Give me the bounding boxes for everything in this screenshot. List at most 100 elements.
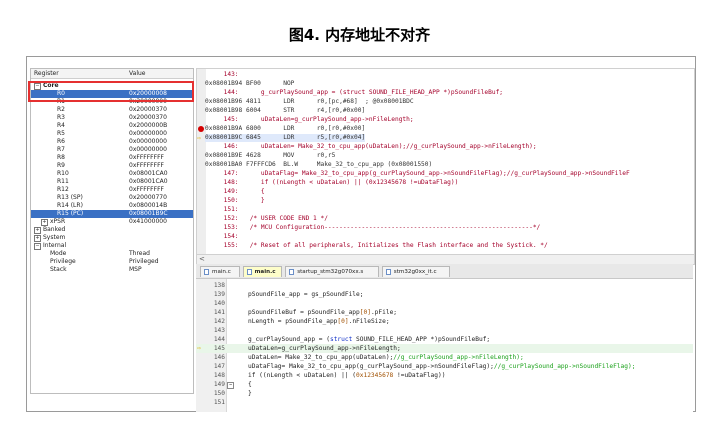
register-column-header[interactable]: Register: [34, 70, 59, 77]
register-row[interactable]: + System: [31, 234, 193, 242]
register-row[interactable]: R1 0x20000000: [31, 98, 193, 106]
register-value: Thread: [129, 250, 150, 257]
register-row[interactable]: Mode Thread: [31, 250, 193, 258]
code-text[interactable]: uDataFlag= Make_32_to_cpu_app(g_curPlayS…: [248, 362, 635, 371]
collapse-icon[interactable]: −: [34, 243, 41, 250]
figure-caption: 图4. 内存地址不对齐: [288, 26, 431, 44]
code-line[interactable]: 142 nLength = pSoundFile_app[0].nFileSize…: [196, 317, 693, 326]
code-line[interactable]: 144 g_curPlaySound_app = (struct SOUND_FI…: [196, 335, 693, 344]
disassembly-line[interactable]: 0x08001B98 6004 STR r4,[r0,#0x00]: [205, 107, 365, 115]
register-value: 0x00000000: [129, 138, 167, 145]
registers-panel: Register Value − Core R0 0x20000008 R1 0x2000…: [30, 68, 194, 394]
file-tab[interactable]: main.c: [242, 266, 283, 277]
line-number: 148: [213, 372, 225, 379]
expand-icon[interactable]: +: [34, 235, 41, 242]
breakpoint-icon[interactable]: [198, 126, 204, 132]
line-number: 143: [213, 327, 225, 334]
source-line[interactable]: 155: /* Reset of all peripherals, Initia…: [205, 242, 548, 250]
value-column-header[interactable]: Value: [129, 70, 145, 77]
source-line[interactable]: 143:: [205, 71, 239, 79]
code-text[interactable]: g_curPlaySound_app = (struct SOUND_FILE_…: [248, 335, 490, 344]
code-text[interactable]: nLength = pSoundFile_app[0].nFileSize;: [248, 317, 390, 326]
code-line[interactable]: 150}: [196, 389, 693, 398]
disassembly-panel[interactable]: 143: 0x08001B94 BF00 NOP 144: g_curPlaySo…: [196, 68, 695, 256]
file-tab[interactable]: main.c: [200, 266, 240, 277]
code-line[interactable]: 147 uDataFlag= Make_32_to_cpu_app(g_curPl…: [196, 362, 693, 371]
register-row[interactable]: R12 0xFFFFFFFF: [31, 186, 193, 194]
code-text[interactable]: pSoundFile_app = gs_pSoundFile;: [248, 290, 363, 299]
code-text[interactable]: uDataLen=g_curPlaySound_app->nFileLength…: [248, 344, 401, 353]
source-line[interactable]: 153: /* MCU Configuration---------------…: [205, 224, 541, 232]
source-line[interactable]: 145: uDataLen=g_curPlaySound_app->nFileL…: [205, 116, 414, 124]
register-row[interactable]: R4 0x2000000B: [31, 122, 193, 130]
file-tab[interactable]: stm32g0xx_it.c: [381, 266, 451, 277]
source-line[interactable]: 152: /* USER CODE END 1 */: [205, 215, 328, 223]
code-line[interactable]: 139 pSoundFile_app = gs_pSoundFile;: [196, 290, 693, 299]
register-row[interactable]: R3 0x20000370: [31, 114, 193, 122]
source-line[interactable]: 150: }: [205, 197, 265, 205]
expand-icon[interactable]: +: [34, 227, 41, 234]
register-row[interactable]: R2 0x20000370: [31, 106, 193, 114]
register-row[interactable]: R13 (SP) 0x20000770: [31, 194, 193, 202]
register-row[interactable]: R14 (LR) 0x0800014B: [31, 202, 193, 210]
code-line[interactable]: 149 {: [196, 380, 693, 389]
source-line[interactable]: 151:: [205, 206, 239, 214]
register-row[interactable]: R8 0xFFFFFFFF: [31, 154, 193, 162]
source-line[interactable]: 147: uDataFlag= Make_32_to_cpu_app(g_cur…: [205, 170, 630, 178]
code-line[interactable]: 151: [196, 398, 693, 407]
register-name: R14 (LR): [57, 202, 83, 209]
disassembly-line[interactable]: 0x08001BA0 F7FFFCD6 BL.W Make_32_to_cpu_…: [205, 161, 432, 169]
file-tab[interactable]: startup_stm32g070xx.s: [285, 266, 379, 277]
code-text[interactable]: pSoundFileBuf = pSoundFile_app[0].pFile;: [248, 308, 397, 317]
register-row[interactable]: Stack MSP: [31, 266, 193, 274]
register-row[interactable]: R6 0x00000000: [31, 138, 193, 146]
code-text[interactable]: {: [248, 380, 252, 389]
register-value: 0x08001CA0: [129, 170, 168, 177]
register-row[interactable]: + Banked: [31, 226, 193, 234]
code-line[interactable]: 145 uDataLen=g_curPlaySound_app->nFileLen…: [196, 344, 693, 353]
disassembly-line[interactable]: 0x08001B9C 6845 LDR r5,[r0,#0x04]: [205, 134, 366, 142]
register-row[interactable]: R5 0x00000000: [31, 130, 193, 138]
source-line[interactable]: 144: g_curPlaySound_app = (struct SOUND_…: [205, 89, 503, 97]
disassembly-line[interactable]: 0x08001B96 4811 LDR r0,[pc,#68] ; @0x080…: [205, 98, 414, 106]
register-row[interactable]: R9 0xFFFFFFFF: [31, 162, 193, 170]
register-row[interactable]: R11 0x08001CA0: [31, 178, 193, 186]
register-row[interactable]: R10 0x08001CA0: [31, 170, 193, 178]
disassembly-line[interactable]: 0x08001B9E 4628 MOV r0,r5: [205, 152, 335, 160]
register-row[interactable]: − Core: [31, 82, 193, 90]
register-name: R1: [57, 98, 65, 105]
register-row[interactable]: R0 0x20000008: [31, 90, 193, 98]
source-line[interactable]: 149: {: [205, 188, 265, 196]
scroll-left-icon[interactable]: <: [199, 255, 205, 264]
expand-icon[interactable]: +: [41, 219, 48, 226]
register-row[interactable]: + xPSR 0x41000000: [31, 218, 193, 226]
code-line[interactable]: 146 uDataLen= Make_32_to_cpu_app(uDataLen…: [196, 353, 693, 362]
code-text[interactable]: }: [248, 389, 252, 398]
source-line[interactable]: 146: uDataLen= Make_32_to_cpu_app(uDataL…: [205, 143, 537, 151]
register-value: Privileged: [129, 258, 159, 265]
code-line[interactable]: 141 pSoundFileBuf = pSoundFile_app[0].pFi…: [196, 308, 693, 317]
fold-toggle-icon[interactable]: −: [227, 382, 234, 389]
code-text[interactable]: uDataLen= Make_32_to_cpu_app(uDataLen);/…: [248, 353, 524, 362]
code-text[interactable]: if ((nLength < uDataLen) || (0x12345678 …: [248, 371, 445, 380]
collapse-icon[interactable]: −: [34, 83, 41, 90]
code-editor[interactable]: 138 139 pSoundFile_app = gs_pSoundFile; 140…: [196, 279, 693, 412]
register-name: R13 (SP): [57, 194, 83, 201]
code-line[interactable]: 140: [196, 299, 693, 308]
line-number: 150: [213, 390, 225, 397]
register-name: R9: [57, 162, 65, 169]
register-row[interactable]: Privilege Privileged: [31, 258, 193, 266]
disassembly-line[interactable]: 0x08001B9A 6800 LDR r0,[r0,#0x00]: [205, 125, 365, 133]
register-name: R12: [57, 186, 69, 193]
source-line[interactable]: 154:: [205, 233, 239, 241]
code-line[interactable]: 148 if ((nLength < uDataLen) || (0x123456…: [196, 371, 693, 380]
register-name: R8: [57, 154, 65, 161]
code-line[interactable]: 138: [196, 281, 693, 290]
source-line[interactable]: 148: if ((nLength < uDataLen) || (0x1234…: [205, 179, 459, 187]
register-row[interactable]: − Internal: [31, 242, 193, 250]
register-row[interactable]: R7 0x00000000: [31, 146, 193, 154]
disassembly-line[interactable]: 0x08001B94 BF00 NOP: [205, 80, 294, 88]
tab-label: main.c: [254, 269, 276, 275]
code-line[interactable]: 143: [196, 326, 693, 335]
register-row[interactable]: R15 (PC) 0x08001B9C: [31, 210, 193, 218]
